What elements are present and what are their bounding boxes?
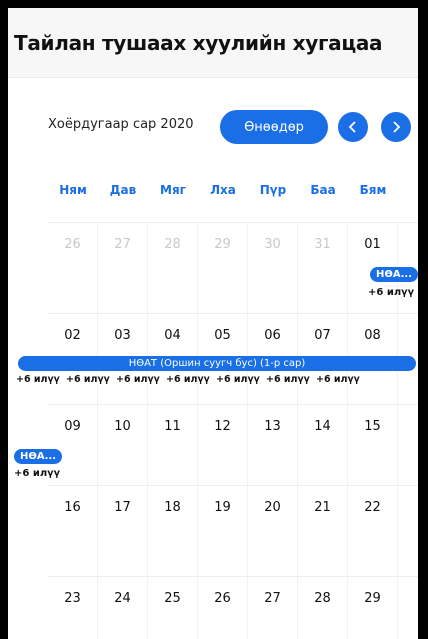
more-events-link[interactable]: +6 илүү [66,374,116,385]
more-events-link[interactable]: +6 илүү [166,374,216,385]
day-cell[interactable]: 18 [148,486,198,576]
header: Тайлан тушаах хуулийн хугацаа [8,8,418,78]
day-number: 26 [214,591,231,606]
chevron-right-icon [393,121,401,133]
calendar-grid: Ням Дав Мяг Лха Пүр Баа Бям 26 27 28 29 … [14,158,418,639]
day-cell[interactable]: 21 [298,486,348,576]
day-cell[interactable]: 30 [248,223,298,313]
calendar-toolbar: Хоёрдугаар сар 2020 Өнөөдөр [8,108,418,148]
weekday-label: Лха [210,183,236,197]
week-row: 26 27 28 29 30 31 01 НӨА... +6 илүү [48,222,418,313]
prev-month-button[interactable] [338,112,368,142]
day-cell[interactable]: 26 [198,577,248,639]
day-number: 29 [214,237,231,252]
day-cell[interactable]: 26 [48,223,98,313]
more-events-link[interactable]: +6 илүү [266,374,316,385]
weekday-label: Бям [359,183,387,197]
day-cell[interactable]: 17 [98,486,148,576]
day-number: 19 [214,500,231,515]
day-cell[interactable]: 20 [248,486,298,576]
day-number: 07 [314,328,331,343]
weekday-label: Дав [109,183,137,197]
next-month-button[interactable] [381,112,411,142]
more-events-link[interactable]: +6 илүү [316,374,366,385]
day-number: 29 [364,591,381,606]
day-cell[interactable]: 29 [348,577,398,639]
day-number: 16 [64,500,81,515]
week-row: 09 10 11 12 13 14 15 НӨА... +6 илүү [14,404,418,485]
chevron-left-icon [348,121,356,133]
day-number: 24 [114,591,131,606]
day-number: 20 [264,500,281,515]
day-number: 06 [264,328,281,343]
calendar-panel: Тайлан тушаах хуулийн хугацаа Хоёрдугаар… [8,8,418,639]
day-cell[interactable]: 23 [48,577,98,639]
day-number: 23 [64,591,81,606]
event-pill[interactable]: НӨА... [370,267,418,282]
day-number: 08 [364,328,381,343]
day-cell[interactable]: 16 [48,486,98,576]
weekday-header: Ням Дав Мяг Лха Пүр Баа Бям [48,158,418,222]
day-cell[interactable]: 19 [198,486,248,576]
day-number: 27 [114,237,131,252]
day-number: 28 [314,591,331,606]
day-number: 10 [114,419,131,434]
day-cell[interactable]: 11 [148,405,198,485]
week-row: 16 17 18 19 20 21 22 [48,485,418,576]
day-cell[interactable]: 10 [98,405,148,485]
day-number: 13 [264,419,281,434]
day-number: 28 [164,237,181,252]
week-row: 02 03 04 05 06 07 08 НӨАТ (Оршин суугч б… [16,313,418,404]
day-number: 27 [264,591,281,606]
day-cell[interactable]: 15 [348,405,398,485]
day-number: 14 [314,419,331,434]
weekday-label: Ням [59,183,87,197]
day-number: 17 [114,500,131,515]
day-number: 09 [64,419,81,434]
more-events-link[interactable]: +6 илүү [116,374,166,385]
day-cell[interactable]: 24 [98,577,148,639]
day-cell[interactable]: 14 [298,405,348,485]
week-row: 23 24 25 26 27 28 29 [48,576,418,639]
weekday-label: Баа [310,183,336,197]
month-title: Хоёрдугаар сар 2020 [48,117,194,132]
day-cell[interactable]: 22 [348,486,398,576]
day-number: 18 [164,500,181,515]
weekday-label: Пүр [259,183,287,197]
event-pill[interactable]: НӨА... [14,449,63,464]
day-number: 31 [314,237,331,252]
day-cell[interactable]: 27 [248,577,298,639]
day-cell[interactable]: 31 [298,223,348,313]
day-number: 15 [364,419,381,434]
day-number: 02 [64,328,81,343]
day-cell[interactable]: 13 [248,405,298,485]
day-number: 03 [114,328,131,343]
day-cell[interactable]: 25 [148,577,198,639]
day-number: 26 [64,237,81,252]
more-events-link[interactable]: +6 илүү [14,468,60,479]
day-number: 05 [214,328,231,343]
more-events-link[interactable]: +6 илүү [216,374,266,385]
weekday-label: Мяг [160,183,186,197]
event-bar[interactable]: НӨАТ (Оршин суугч бус) (1-р сар) [18,356,416,371]
day-number: 22 [364,500,381,515]
page-title: Тайлан тушаах хуулийн хугацаа [14,30,383,55]
day-cell[interactable]: 28 [148,223,198,313]
day-number: 12 [214,419,231,434]
day-number: 11 [164,419,181,434]
day-number: 21 [314,500,331,515]
day-cell[interactable]: 12 [198,405,248,485]
day-cell[interactable]: 29 [198,223,248,313]
more-events-row: +6 илүү +6 илүү +6 илүү +6 илүү +6 илүү … [16,374,366,385]
day-cell[interactable]: 27 [98,223,148,313]
day-number: 30 [264,237,281,252]
more-events-link[interactable]: +6 илүү [368,287,414,298]
more-events-link[interactable]: +6 илүү [16,374,66,385]
day-number: 04 [164,328,181,343]
day-number: 01 [364,237,381,252]
day-number: 25 [164,591,181,606]
today-button[interactable]: Өнөөдөр [220,110,328,144]
day-cell[interactable]: 28 [298,577,348,639]
